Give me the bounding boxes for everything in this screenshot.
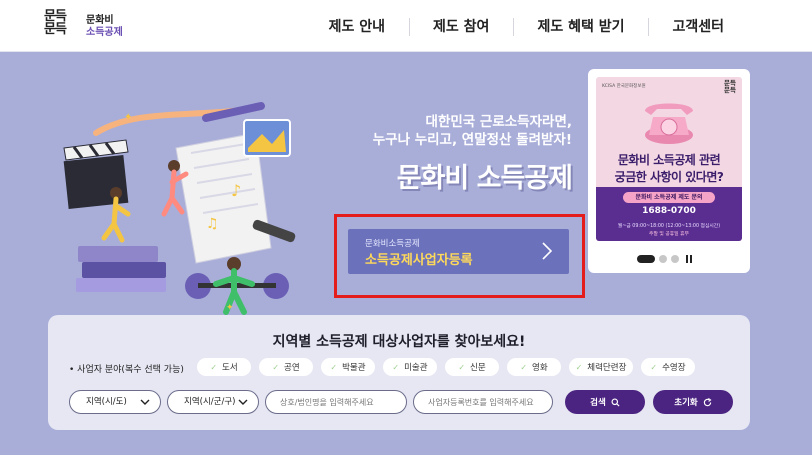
- hero-title: 문화비 소득공제: [396, 163, 573, 194]
- banner-hours: 월~금 09:00~18:00 (12:00~13:00 점심시간): [617, 224, 721, 229]
- check-icon: ✓: [392, 362, 400, 372]
- check-icon: ✓: [458, 362, 466, 372]
- logo-script: 문득 문득: [44, 9, 67, 37]
- banner-contact-chip: 문화비 소득공제 제도 문의: [623, 192, 715, 203]
- check-icon: ✓: [520, 362, 528, 372]
- check-icon: ✓: [650, 362, 658, 372]
- category-chip-newspaper[interactable]: ✓ 신문: [445, 358, 499, 376]
- banner-phone: 1688-0700: [642, 206, 696, 216]
- business-registration-button[interactable]: 문화비소득공제 소득공제사업자등록: [348, 229, 569, 274]
- search-title: 지역별 소득공제 대상사업자를 찾아보세요!: [272, 334, 526, 350]
- reset-button[interactable]: 초기화: [653, 390, 733, 414]
- site-logo[interactable]: 문득 문득 문화비 소득공제: [44, 10, 134, 44]
- svg-text:♪: ♪: [231, 181, 241, 200]
- check-icon: ✓: [330, 362, 338, 372]
- banner-question-line2: 궁금한 사항이 있다면?: [614, 170, 724, 184]
- header: 문득 문득 문화비 소득공제 제도 안내 제도 참여 제도 혜택 받기 고객센터: [0, 0, 812, 52]
- telephone-icon: [645, 103, 693, 144]
- check-icon: ✓: [210, 362, 218, 372]
- category-chips: ✓ 도서 ✓ 공연 ✓ 박물관 ✓ 미술관 ✓ 신문 ✓ 영화 ✓ 체력단련장 ✓ 수영장: [197, 358, 695, 376]
- carousel-dot[interactable]: [671, 255, 679, 263]
- search-button[interactable]: 검색: [565, 390, 645, 414]
- category-label: • 사업자 분야(복수 선택 가능): [69, 365, 184, 375]
- banner-logo: 문득 문득: [724, 79, 736, 94]
- nav-item-benefits[interactable]: 제도 혜택 받기: [513, 14, 648, 40]
- category-chip-performance[interactable]: ✓ 공연: [259, 358, 313, 376]
- search-panel: 지역별 소득공제 대상사업자를 찾아보세요! • 사업자 분야(복수 선택 가능…: [48, 315, 750, 430]
- check-icon: ✓: [272, 362, 280, 372]
- nav-item-participation[interactable]: 제도 참여: [409, 14, 513, 40]
- region-district-select[interactable]: 지역(시/군/구): [167, 390, 259, 414]
- carousel-dot[interactable]: [659, 255, 667, 263]
- refresh-icon: [703, 397, 712, 406]
- banner-holiday: 주말 및 공휴일 휴무: [649, 232, 689, 237]
- chevron-right-icon: [542, 242, 553, 260]
- business-name-input[interactable]: [265, 390, 407, 414]
- region-province-select[interactable]: 지역(시/도): [69, 390, 161, 414]
- nav-item-program-guide[interactable]: 제도 안내: [305, 14, 409, 40]
- search-filters: 지역(시/도) 지역(시/군/구) 검색 초기화: [69, 390, 733, 414]
- pause-icon[interactable]: [686, 255, 692, 263]
- category-chip-gallery[interactable]: ✓ 미술관: [383, 358, 437, 376]
- chevron-down-icon: [238, 399, 248, 405]
- svg-text:♫: ♫: [206, 216, 219, 232]
- category-chip-fitness[interactable]: ✓ 체력단련장: [569, 358, 633, 376]
- main-nav: 제도 안내 제도 참여 제도 혜택 받기 고객센터: [305, 14, 812, 40]
- chevron-down-icon: [140, 399, 150, 405]
- banner-question-line1: 문화비 소득공제 관련: [617, 153, 721, 167]
- banner-contact: 문화비 소득공제 제도 문의 1688-0700 월~금 09:00~18:00…: [596, 187, 742, 241]
- carousel-dot[interactable]: [637, 255, 655, 263]
- nav-item-customer-center[interactable]: 고객센터: [648, 14, 812, 40]
- hero-tagline: 대한민국 근로소득자라면, 누구나 누리고, 연말정산 돌려받자!: [372, 114, 572, 148]
- register-button-label: 소득공제사업자등록: [365, 253, 473, 268]
- svg-text:✦: ✦: [226, 303, 234, 313]
- category-chip-books[interactable]: ✓ 도서: [197, 358, 251, 376]
- business-number-input[interactable]: [413, 390, 553, 414]
- category-chip-swimming[interactable]: ✓ 수영장: [641, 358, 695, 376]
- carousel-indicators: [637, 255, 692, 263]
- banner-org: KCISA 한국문화정보원: [602, 84, 646, 89]
- svg-text:✦: ✦: [124, 112, 132, 123]
- search-icon: [611, 397, 620, 407]
- category-chip-museum[interactable]: ✓ 박물관: [321, 358, 375, 376]
- banner-slide[interactable]: KCISA 한국문화정보원 문득 문득 문화비 소득공제 관련 궁금한 사항이 …: [596, 77, 742, 241]
- category-chip-movie[interactable]: ✓ 영화: [507, 358, 561, 376]
- register-button-caption: 문화비소득공제: [365, 239, 420, 249]
- hero-section: ♪ ♫ ✦ ✦ 대한민국 근로소득자라면, 누구나 누리고, 연말정산 돌려받자…: [0, 52, 812, 455]
- info-banner[interactable]: KCISA 한국문화정보원 문득 문득 문화비 소득공제 관련 궁금한 사항이 …: [588, 69, 750, 273]
- hero-illustration: ♪ ♫ ✦ ✦: [63, 102, 296, 315]
- check-icon: ✓: [575, 362, 583, 372]
- logo-text: 문화비 소득공제: [86, 15, 123, 38]
